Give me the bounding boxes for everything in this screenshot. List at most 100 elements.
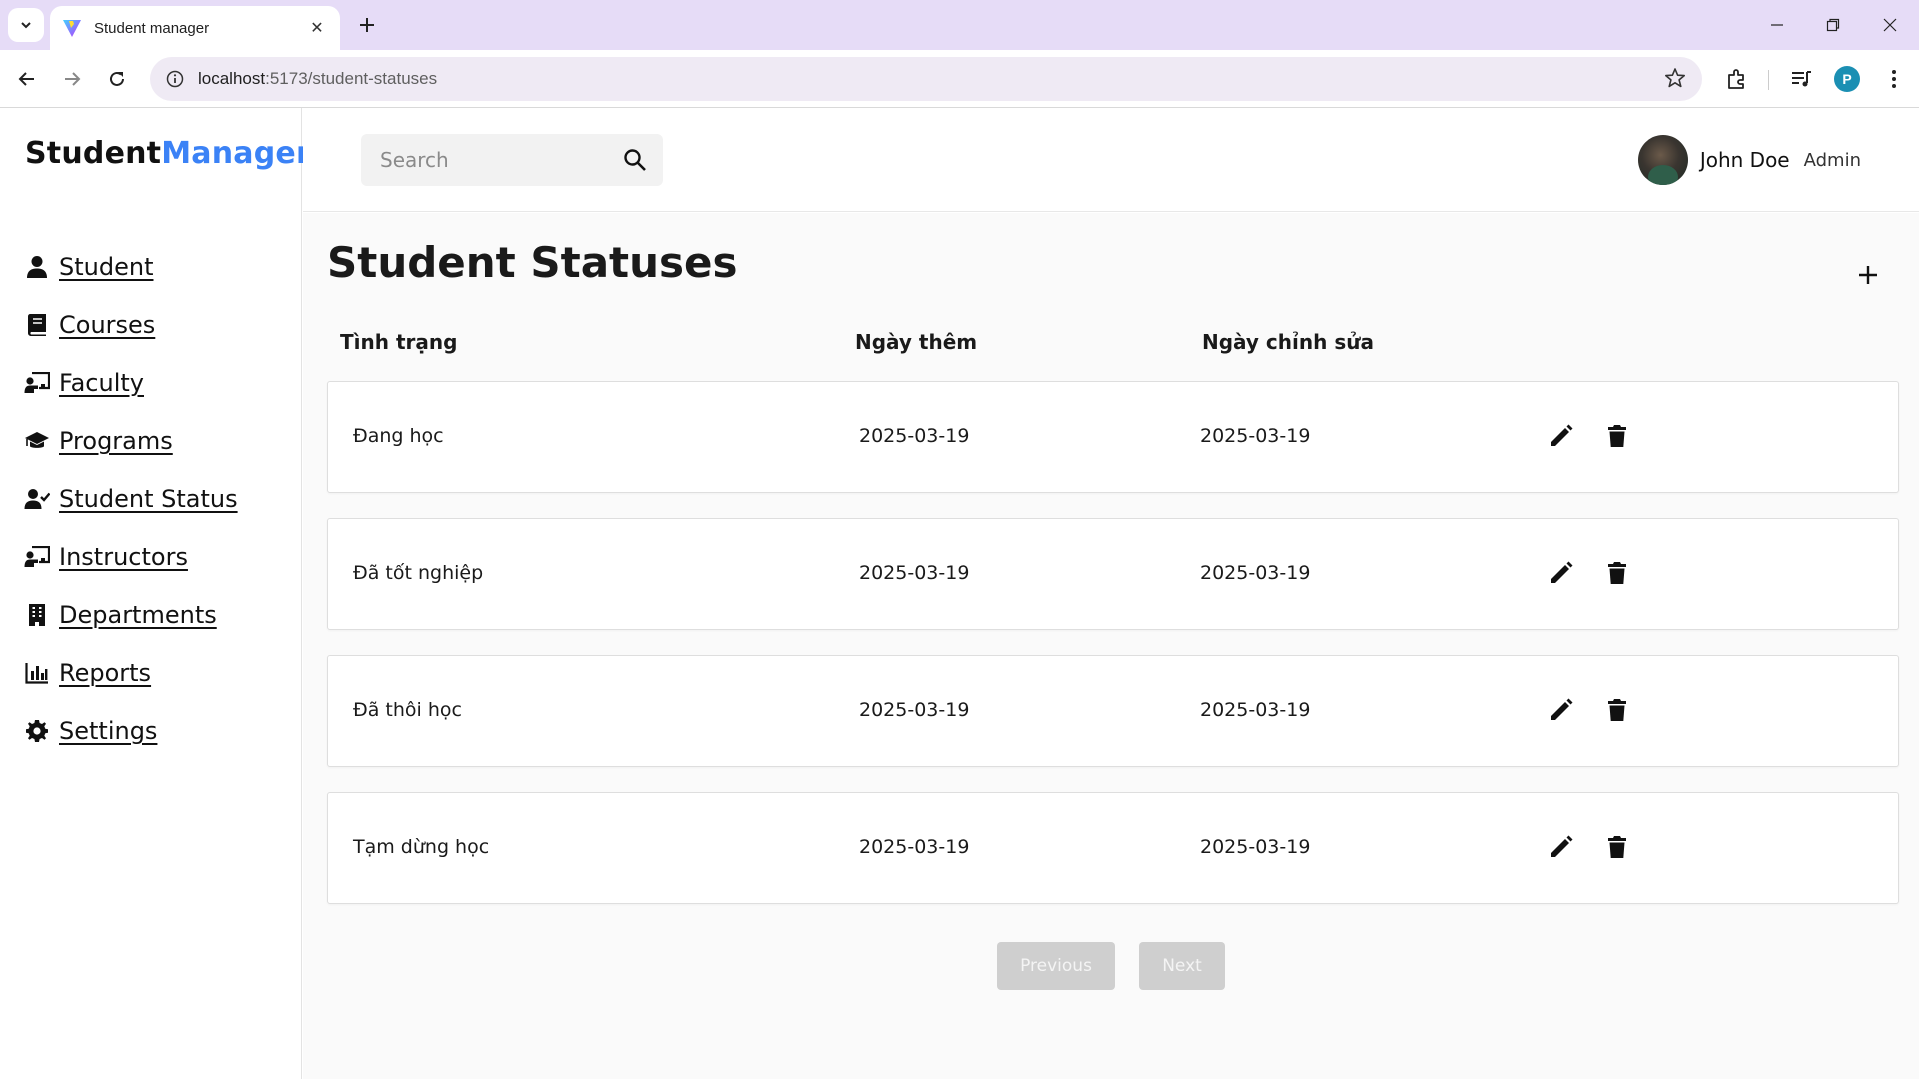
browser-menu-button[interactable] bbox=[1877, 62, 1911, 96]
sidebar-item-label: Faculty bbox=[59, 369, 144, 397]
add-status-button[interactable] bbox=[1850, 257, 1886, 293]
sidebar-item-label: Courses bbox=[59, 311, 156, 339]
sidebar-nav: Student Courses Faculty Programs Student… bbox=[24, 238, 238, 760]
search-icon[interactable] bbox=[623, 148, 647, 172]
column-header-updated: Ngày chỉnh sửa bbox=[1202, 330, 1374, 354]
url-host: localhost bbox=[198, 69, 266, 88]
sidebar-item-label: Student bbox=[59, 253, 154, 281]
main-content: Student Statuses Tình trạng Ngày thêm Ng… bbox=[303, 213, 1919, 1079]
created-date: 2025-03-19 bbox=[859, 836, 970, 858]
forward-button[interactable] bbox=[55, 62, 89, 96]
brand-part-2: Manager bbox=[161, 136, 311, 171]
sidebar: StudentManager Student Courses Faculty P… bbox=[0, 108, 311, 1079]
pencil-icon bbox=[1551, 698, 1573, 720]
sidebar-item-label: Settings bbox=[59, 717, 158, 745]
updated-date: 2025-03-19 bbox=[1200, 562, 1311, 584]
chevron-down-icon bbox=[21, 22, 31, 29]
media-control-button[interactable] bbox=[1784, 62, 1818, 96]
sidebar-item-label: Student Status bbox=[59, 485, 238, 513]
pencil-icon bbox=[1551, 424, 1573, 446]
gear-icon bbox=[24, 718, 50, 744]
edit-button[interactable] bbox=[1546, 831, 1576, 863]
tab-title: Student manager bbox=[94, 19, 210, 37]
sidebar-item-label: Reports bbox=[59, 659, 152, 687]
sidebar-item-instructors[interactable]: Instructors bbox=[24, 528, 238, 586]
page-title: Student Statuses bbox=[327, 238, 738, 287]
table-row: Đã thôi học 2025-03-19 2025-03-19 bbox=[327, 655, 1899, 767]
sidebar-item-reports[interactable]: Reports bbox=[24, 644, 238, 702]
trash-icon bbox=[1608, 836, 1626, 858]
url-text: localhost:5173/student-statuses bbox=[198, 69, 437, 89]
extensions-button[interactable] bbox=[1720, 62, 1754, 96]
user-role: Admin bbox=[1803, 149, 1861, 171]
previous-page-button[interactable]: Previous bbox=[997, 942, 1115, 990]
restore-button[interactable] bbox=[1813, 8, 1853, 42]
profile-avatar: P bbox=[1834, 66, 1860, 92]
status-name: Đã tốt nghiệp bbox=[353, 562, 484, 584]
sidebar-item-courses[interactable]: Courses bbox=[24, 296, 238, 354]
arrow-left-icon bbox=[18, 72, 34, 86]
arrow-right-icon bbox=[65, 72, 81, 86]
brand-logo[interactable]: StudentManager bbox=[25, 136, 311, 171]
avatar bbox=[1637, 135, 1688, 185]
chalkboard-teacher-icon bbox=[24, 370, 50, 396]
pencil-icon bbox=[1551, 835, 1573, 857]
browser-toolbar: localhost:5173/student-statuses P bbox=[0, 50, 1919, 108]
sidebar-item-student-status[interactable]: Student Status bbox=[24, 470, 238, 528]
graduation-cap-icon bbox=[24, 428, 50, 454]
table-row: Đã tốt nghiệp 2025-03-19 2025-03-19 bbox=[327, 518, 1899, 630]
more-vertical-icon bbox=[1892, 70, 1896, 88]
profile-button[interactable]: P bbox=[1830, 62, 1864, 96]
sidebar-item-student[interactable]: Student bbox=[24, 238, 238, 296]
next-page-button[interactable]: Next bbox=[1139, 942, 1225, 990]
bookmark-star-icon[interactable] bbox=[1664, 67, 1686, 89]
close-window-button[interactable] bbox=[1870, 8, 1910, 42]
pencil-icon bbox=[1551, 561, 1573, 583]
url-path: :5173/student-statuses bbox=[265, 69, 438, 88]
created-date: 2025-03-19 bbox=[859, 699, 970, 721]
sidebar-item-label: Departments bbox=[59, 601, 217, 629]
updated-date: 2025-03-19 bbox=[1200, 699, 1311, 721]
user-icon bbox=[24, 254, 50, 280]
user-menu[interactable]: John Doe Admin bbox=[1637, 134, 1861, 186]
brand-part-1: Student bbox=[25, 136, 162, 171]
table-row: Đang học 2025-03-19 2025-03-19 bbox=[327, 381, 1899, 493]
plus-icon bbox=[1859, 266, 1877, 284]
address-bar[interactable]: localhost:5173/student-statuses bbox=[150, 57, 1702, 101]
edit-button[interactable] bbox=[1546, 694, 1576, 726]
sidebar-item-faculty[interactable]: Faculty bbox=[24, 354, 238, 412]
sidebar-item-departments[interactable]: Departments bbox=[24, 586, 238, 644]
chart-bar-icon bbox=[24, 660, 50, 686]
back-button[interactable] bbox=[10, 62, 44, 96]
site-info-icon bbox=[166, 70, 184, 88]
tab-search-button[interactable] bbox=[8, 8, 44, 42]
delete-button[interactable] bbox=[1602, 694, 1632, 726]
plus-icon bbox=[360, 18, 374, 32]
reload-icon bbox=[110, 71, 124, 86]
created-date: 2025-03-19 bbox=[859, 425, 970, 447]
minimize-button[interactable] bbox=[1757, 8, 1797, 42]
user-name: John Doe bbox=[1699, 148, 1790, 172]
new-tab-button[interactable] bbox=[352, 10, 382, 40]
updated-date: 2025-03-19 bbox=[1200, 836, 1311, 858]
created-date: 2025-03-19 bbox=[859, 562, 970, 584]
status-name: Đang học bbox=[353, 425, 444, 447]
edit-button[interactable] bbox=[1546, 557, 1576, 589]
browser-tab[interactable]: Student manager ✕ bbox=[50, 6, 340, 50]
search-input[interactable] bbox=[380, 148, 623, 172]
trash-icon bbox=[1608, 425, 1626, 447]
minimize-icon bbox=[1771, 24, 1783, 26]
column-header-status: Tình trạng bbox=[340, 330, 458, 354]
sidebar-item-programs[interactable]: Programs bbox=[24, 412, 238, 470]
status-name: Đã thôi học bbox=[353, 699, 462, 721]
trash-icon bbox=[1608, 562, 1626, 584]
delete-button[interactable] bbox=[1602, 831, 1632, 863]
reload-button[interactable] bbox=[100, 62, 134, 96]
chalkboard-teacher-icon bbox=[24, 544, 50, 570]
edit-button[interactable] bbox=[1546, 420, 1576, 452]
close-tab-icon[interactable]: ✕ bbox=[306, 18, 328, 38]
delete-button[interactable] bbox=[1602, 557, 1632, 589]
delete-button[interactable] bbox=[1602, 420, 1632, 452]
user-check-icon bbox=[24, 486, 50, 512]
sidebar-item-settings[interactable]: Settings bbox=[24, 702, 238, 760]
